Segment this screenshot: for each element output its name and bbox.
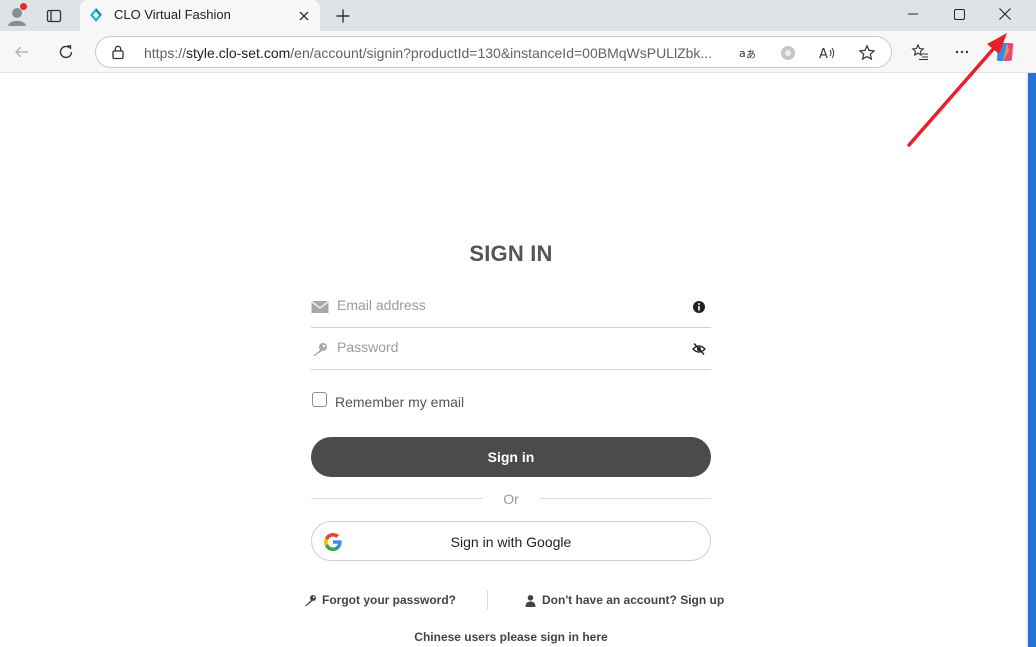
links-divider bbox=[487, 590, 488, 610]
translate-icon[interactable]: a あ bbox=[736, 41, 760, 65]
url-prefix: https:// bbox=[144, 45, 187, 61]
more-menu-icon[interactable] bbox=[947, 37, 977, 67]
back-arrow-icon[interactable] bbox=[7, 37, 37, 67]
tab-title: CLO Virtual Fashion bbox=[114, 7, 231, 22]
tab-close-icon[interactable] bbox=[294, 6, 314, 26]
page-title: SIGN IN bbox=[469, 241, 553, 266]
forgot-password-label: Forgot your password? bbox=[322, 593, 457, 607]
copilot-icon[interactable] bbox=[990, 37, 1020, 67]
envelope-icon bbox=[311, 300, 329, 314]
email-field bbox=[311, 286, 711, 328]
vertical-scrollbar[interactable] bbox=[1028, 73, 1036, 647]
remember-email-label[interactable]: Remember my email bbox=[335, 394, 464, 410]
favorite-star-icon[interactable] bbox=[855, 41, 879, 65]
info-icon[interactable] bbox=[692, 300, 706, 314]
url-path: /en/account/signin?productId=130&instanc… bbox=[290, 45, 713, 61]
close-window-icon[interactable] bbox=[982, 0, 1028, 28]
svg-text:A: A bbox=[819, 47, 828, 62]
maximize-window-icon[interactable] bbox=[936, 0, 982, 28]
new-tab-icon[interactable] bbox=[330, 3, 356, 29]
browser-toolbar: https://style.clo-set.com/en/account/sig… bbox=[0, 31, 1036, 73]
extension-puzzle-icon[interactable] bbox=[776, 41, 800, 65]
email-input[interactable] bbox=[337, 292, 677, 318]
address-bar[interactable]: https://style.clo-set.com/en/account/sig… bbox=[95, 36, 892, 68]
chinese-users-sign-in-link[interactable]: Chinese users please sign in here bbox=[311, 630, 711, 644]
read-aloud-icon[interactable]: A bbox=[815, 41, 839, 65]
eye-hidden-icon[interactable] bbox=[692, 342, 706, 356]
remember-email-checkbox[interactable] bbox=[312, 392, 327, 407]
tab-actions-menu-icon[interactable] bbox=[40, 3, 68, 29]
tab-clo-virtual-fashion[interactable]: CLO Virtual Fashion bbox=[80, 0, 320, 31]
browser-window: CLO Virtual Fashion https://style.clo-se… bbox=[0, 0, 1036, 647]
notification-dot-icon bbox=[20, 3, 27, 10]
google-sign-in-button[interactable]: Sign in with Google bbox=[311, 521, 711, 561]
svg-text:a: a bbox=[739, 47, 746, 60]
signin-page: SIGN IN Email address Remember my email … bbox=[0, 74, 1026, 647]
refresh-icon[interactable] bbox=[51, 37, 81, 67]
or-label: Or bbox=[503, 491, 519, 507]
svg-text:あ: あ bbox=[746, 49, 756, 61]
lock-icon[interactable] bbox=[110, 44, 126, 60]
password-input[interactable] bbox=[337, 334, 677, 360]
url-text[interactable]: https://style.clo-set.com/en/account/sig… bbox=[144, 45, 724, 61]
tab-strip: CLO Virtual Fashion bbox=[0, 0, 1036, 31]
favorites-list-icon[interactable] bbox=[905, 37, 935, 67]
clo-favicon-icon bbox=[88, 7, 104, 23]
sign-in-button[interactable]: Sign in bbox=[311, 437, 711, 477]
key-icon bbox=[311, 342, 329, 356]
google-sign-in-label: Sign in with Google bbox=[450, 534, 572, 550]
url-host: style.clo-set.com bbox=[186, 45, 291, 61]
or-divider: Or bbox=[311, 490, 711, 508]
sign-up-label: Don't have an account? Sign up bbox=[542, 593, 725, 607]
user-icon bbox=[525, 595, 536, 607]
wrench-key-icon bbox=[305, 595, 316, 607]
minimize-window-icon[interactable] bbox=[890, 0, 936, 28]
password-field bbox=[311, 328, 711, 370]
